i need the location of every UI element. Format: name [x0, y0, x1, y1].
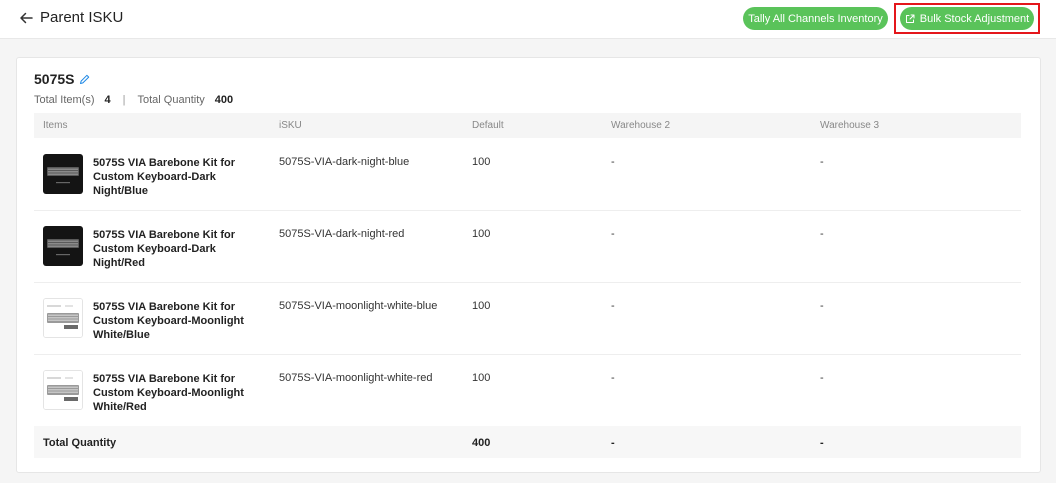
default-stock-cell: 100: [472, 228, 491, 240]
warehouse-3-cell: -: [820, 372, 824, 384]
product-name: 5075S VIA Barebone Kit for Custom Keyboa…: [93, 157, 236, 197]
warehouse-3-cell: -: [820, 156, 824, 168]
edit-button[interactable]: [79, 74, 90, 85]
isku-card: 5075S Total Item(s) 4 | Total Quantity 4…: [16, 57, 1041, 473]
isku-cell: 5075S-VIA-moonlight-white-red: [279, 372, 433, 384]
column-header-default: Default: [472, 120, 504, 131]
product-name: 5075S VIA Barebone Kit for Custom Keyboa…: [93, 373, 244, 413]
product-thumbnail: [43, 298, 83, 338]
total-quantity-value: 400: [214, 94, 234, 106]
default-stock-cell: 100: [472, 300, 491, 312]
default-stock-cell: 100: [472, 156, 491, 168]
summary-line: Total Item(s) 4 | Total Quantity 400: [34, 94, 233, 106]
column-header-isku: iSKU: [279, 120, 302, 131]
isku-cell: 5075S-VIA-moonlight-white-blue: [279, 300, 438, 312]
isku-cell: 5075S-VIA-dark-night-red: [279, 228, 405, 240]
total-quantity-row-label: Total Quantity: [43, 437, 117, 449]
bulk-stock-adjustment-button[interactable]: Bulk Stock Adjustment: [900, 7, 1034, 30]
total-warehouse-2-value: -: [611, 437, 615, 449]
external-link-icon: [905, 14, 915, 23]
product-thumbnail: [43, 370, 83, 410]
product-name: 5075S VIA Barebone Kit for Custom Keyboa…: [93, 229, 236, 269]
tally-button-label: Tally All Channels Inventory: [748, 12, 883, 25]
total-warehouse-3-value: -: [820, 437, 824, 449]
table-row: 5075S VIA Barebone Kit for Custom Keyboa…: [34, 138, 1021, 211]
table-row: 5075S VIA Barebone Kit for Custom Keyboa…: [34, 282, 1021, 355]
warehouse-3-cell: -: [820, 300, 824, 312]
warehouse-2-cell: -: [611, 156, 615, 168]
warehouse-2-cell: -: [611, 228, 615, 240]
total-default-value: 400: [472, 437, 491, 449]
warehouse-2-cell: -: [611, 372, 615, 384]
warehouse-3-cell: -: [820, 228, 824, 240]
tally-all-channels-inventory-button[interactable]: Tally All Channels Inventory: [743, 7, 888, 30]
column-header-warehouse-2: Warehouse 2: [611, 120, 671, 131]
parent-isku-name: 5075S: [34, 71, 75, 87]
table-row: 5075S VIA Barebone Kit for Custom Keyboa…: [34, 210, 1021, 283]
product-thumbnail: [43, 226, 83, 266]
default-stock-cell: 100: [472, 372, 491, 384]
product-thumbnail: [43, 154, 83, 194]
summary-separator: |: [122, 94, 126, 106]
product-name: 5075S VIA Barebone Kit for Custom Keyboa…: [93, 301, 244, 341]
column-header-items: Items: [43, 120, 68, 131]
column-header-warehouse-3: Warehouse 3: [820, 120, 880, 131]
table-header: Items iSKU Default Warehouse 2 Warehouse…: [34, 113, 1021, 138]
back-button[interactable]: [16, 8, 36, 28]
card-title-row: 5075S: [34, 71, 90, 87]
table-row: 5075S VIA Barebone Kit for Custom Keyboa…: [34, 354, 1021, 427]
isku-cell: 5075S-VIA-dark-night-blue: [279, 156, 410, 168]
total-items-label: Total Item(s): [34, 94, 95, 106]
page-header: Parent ISKU Tally All Channels Inventory…: [0, 0, 1056, 39]
page-title: Parent ISKU: [40, 9, 124, 26]
bulk-button-label: Bulk Stock Adjustment: [919, 12, 1030, 25]
pencil-icon: [80, 74, 90, 84]
total-items-value: 4: [104, 94, 111, 106]
warehouse-2-cell: -: [611, 300, 615, 312]
total-row: Total Quantity 400 - -: [34, 426, 1021, 458]
total-quantity-label: Total Quantity: [137, 94, 205, 106]
arrow-left-icon: [20, 12, 33, 24]
